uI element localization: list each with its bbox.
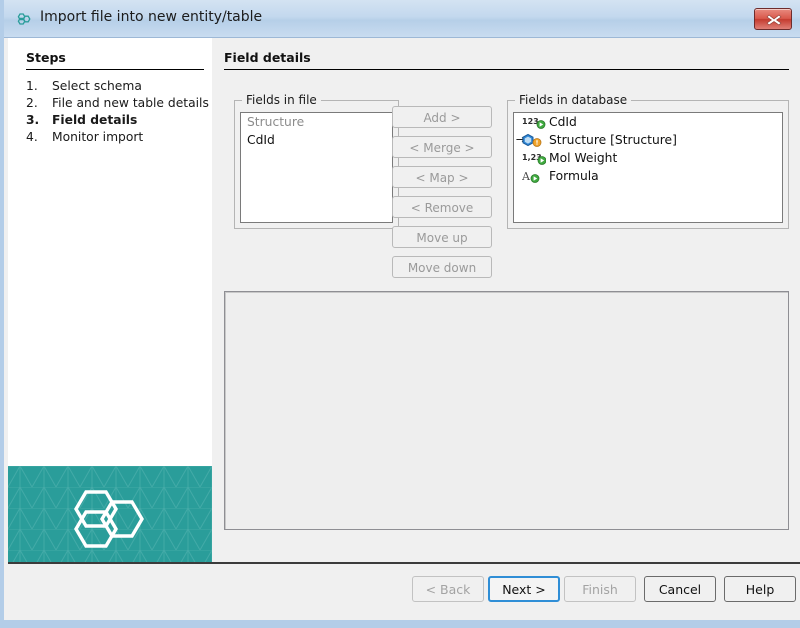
move-down-button[interactable]: Move down (392, 256, 492, 278)
list-item[interactable]: → Structure [Structure] (514, 131, 782, 149)
remove-button[interactable]: < Remove (392, 196, 492, 218)
back-button-label: < Back (426, 582, 471, 597)
footer-bar: < Back Next > Finish Cancel Help (8, 564, 800, 620)
fields-in-file-group: Fields in file Structure CdId (234, 93, 399, 229)
structure-field-icon (522, 133, 546, 147)
steps-list: 1. Select schema 2. File and new table d… (26, 78, 206, 146)
help-button-label: Help (746, 582, 775, 597)
step-label: File and new table details (52, 95, 209, 112)
fields-in-database-list[interactable]: 123 CdId → (513, 112, 783, 223)
title-bar: Import file into new entity/table (4, 0, 800, 38)
step-item-1: 1. Select schema (26, 78, 206, 95)
map-button[interactable]: < Map > (392, 166, 492, 188)
list-item[interactable]: A Formula (514, 167, 782, 185)
steps-divider (26, 69, 204, 70)
main-content-panel: Field details Fields in file Structure C… (212, 38, 800, 590)
fields-in-database-legend: Fields in database (515, 93, 631, 107)
step-number: 3. (26, 112, 44, 129)
list-item[interactable]: Structure (241, 113, 392, 131)
text-field-icon: A (522, 169, 546, 183)
list-item[interactable]: 1,23 Mol Weight (514, 149, 782, 167)
finish-button-label: Finish (582, 582, 618, 597)
steps-heading: Steps (26, 50, 66, 65)
merge-button[interactable]: < Merge > (392, 136, 492, 158)
field-detail-panel (224, 291, 789, 530)
window-title: Import file into new entity/table (40, 9, 262, 25)
field-label: Structure [Structure] (549, 131, 677, 149)
step-number: 2. (26, 95, 44, 112)
step-item-2: 2. File and new table details (26, 95, 206, 112)
integer-field-icon: 123 (522, 115, 546, 129)
window-bottom-frame (4, 620, 800, 624)
field-label: Formula (549, 167, 599, 185)
section-divider (224, 69, 789, 70)
field-label: Mol Weight (549, 149, 617, 167)
step-number: 1. (26, 78, 44, 95)
step-item-3-active: 3. Field details (26, 112, 206, 129)
fields-in-file-legend: Fields in file (242, 93, 321, 107)
branding-image (8, 466, 212, 573)
svg-text:A: A (522, 170, 531, 183)
step-label: Select schema (52, 78, 142, 95)
next-button-label: Next > (502, 582, 546, 597)
back-button[interactable]: < Back (412, 576, 484, 602)
page-title: Field details (224, 50, 311, 65)
list-item[interactable]: 123 CdId (514, 113, 782, 131)
jchem-hexagon-icon (16, 10, 34, 28)
close-icon[interactable] (754, 8, 792, 30)
svg-text:123: 123 (522, 117, 539, 126)
step-label: Monitor import (52, 129, 143, 146)
list-item[interactable]: CdId (241, 131, 392, 149)
fields-in-file-list[interactable]: Structure CdId (240, 112, 393, 223)
cancel-button-label: Cancel (659, 582, 701, 597)
next-button[interactable]: Next > (488, 576, 560, 602)
step-item-4: 4. Monitor import (26, 129, 206, 146)
decimal-field-icon: 1,23 (522, 151, 546, 165)
import-wizard-window: Import file into new entity/table Steps … (0, 0, 800, 628)
transfer-button-column: Add > < Merge > < Map > < Remove Move up… (392, 106, 492, 286)
field-label: CdId (549, 113, 577, 131)
cancel-button[interactable]: Cancel (644, 576, 716, 602)
fields-in-database-group: Fields in database 123 CdId → (507, 93, 789, 229)
finish-button[interactable]: Finish (564, 576, 636, 602)
step-number: 4. (26, 129, 44, 146)
step-label: Field details (52, 112, 137, 129)
help-button[interactable]: Help (724, 576, 796, 602)
add-button[interactable]: Add > (392, 106, 492, 128)
move-up-button[interactable]: Move up (392, 226, 492, 248)
jchem-logo-icon (70, 488, 150, 550)
